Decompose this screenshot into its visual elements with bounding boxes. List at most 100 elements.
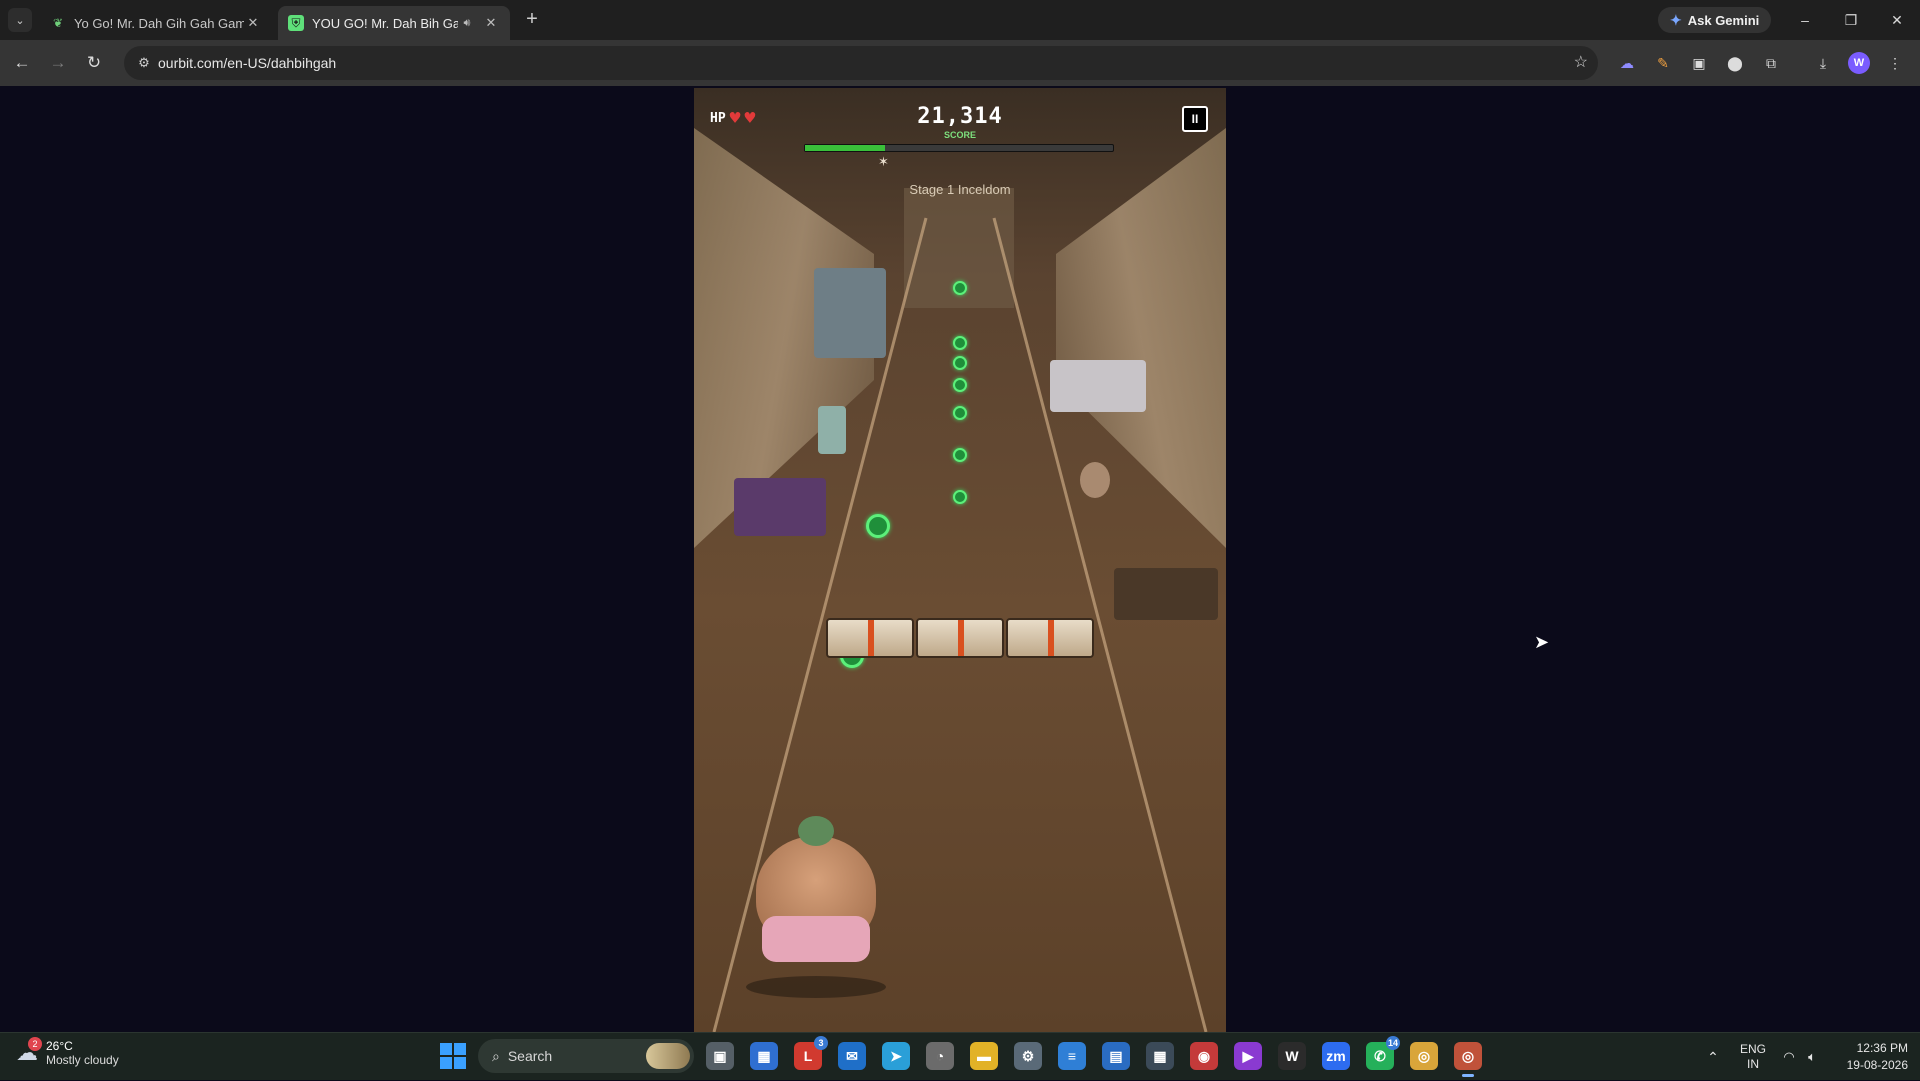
task-view-icon[interactable]: ▣ — [706, 1042, 734, 1070]
clock-app-icon[interactable]: ◔ — [926, 1042, 954, 1070]
tab-title: YOU GO! Mr. Dah Bih Gah — [312, 15, 458, 31]
task-view-glyph: ▣ — [713, 1047, 727, 1064]
close-tab-icon[interactable]: ✕ — [482, 15, 500, 31]
chrome-icon[interactable]: ◎ — [1410, 1042, 1438, 1070]
language-indicator[interactable]: ENG IN — [1738, 1033, 1768, 1081]
coin — [953, 356, 967, 370]
system-clock[interactable]: 12:36 PM 19-08-2026 — [1828, 1033, 1908, 1081]
telegram-icon[interactable]: ➤ — [882, 1042, 910, 1070]
notification-badge: 14 — [1385, 1036, 1400, 1050]
weather-temp: 26°C — [46, 1039, 73, 1053]
clock-date: 19-08-2026 — [1846, 1058, 1908, 1072]
extension-pin-icon[interactable]: ⬤ — [1724, 52, 1746, 74]
mail-icon[interactable]: ✉ — [838, 1042, 866, 1070]
file-explorer-icon[interactable]: ▬ — [970, 1042, 998, 1070]
player-shadow — [746, 976, 886, 998]
search-highlight-art — [646, 1043, 690, 1069]
leaf-icon: ❦ — [52, 16, 64, 30]
new-tab-button[interactable]: + — [520, 8, 544, 32]
telegram-glyph: ➤ — [890, 1047, 902, 1064]
calendar-glyph: ▤ — [1109, 1047, 1123, 1064]
notification-badge: 3 — [814, 1036, 828, 1050]
tab-strip: ⌄ ❦ Yo Go! Mr. Dah Gih Gah Game ( ✕ ⛨ YO… — [0, 0, 1920, 40]
store-glyph: ▦ — [757, 1047, 771, 1064]
wifi-icon[interactable]: ◠ — [1780, 1033, 1798, 1081]
coin — [953, 448, 967, 462]
profile-avatar[interactable]: W — [1848, 52, 1870, 74]
teddy-bear-prop — [1080, 462, 1110, 498]
tab-yo-go-game[interactable]: ❦ Yo Go! Mr. Dah Gih Gah Game ( ✕ — [40, 6, 272, 40]
reload-icon[interactable]: ↻ — [80, 49, 108, 77]
score-label: SCORE — [943, 130, 976, 140]
mouse-cursor-icon: ➤ — [1534, 632, 1550, 652]
site-info-icon[interactable]: ⚙ — [134, 53, 154, 73]
bookmark-star-icon[interactable]: ☆ — [1574, 52, 1588, 72]
zoom-icon[interactable]: zm — [1322, 1042, 1350, 1070]
barrier-right — [1006, 618, 1094, 658]
runner-marker-icon: ✶ — [878, 154, 889, 169]
volume-icon[interactable]: 🔈︎ — [1802, 1033, 1822, 1081]
address-bar[interactable]: ⚙ ourbit.com/en-US/dahbihgah ☆ — [124, 46, 1598, 80]
tab-search-button[interactable]: ⌄ — [8, 8, 32, 32]
player-shorts — [762, 916, 870, 962]
windows-logo-pane — [440, 1043, 452, 1055]
forward-arrow-icon[interactable]: → — [44, 49, 72, 77]
app-l-glyph: L — [803, 1048, 813, 1064]
fridge-prop — [814, 268, 886, 358]
pause-button[interactable]: II — [1182, 106, 1208, 132]
back-arrow-icon[interactable]: ← — [8, 49, 36, 77]
clapper-glyph: ▶ — [1242, 1047, 1254, 1064]
calculator-icon[interactable]: ▦ — [1146, 1042, 1174, 1070]
minimize-button[interactable]: – — [1782, 0, 1828, 40]
coin — [866, 514, 890, 538]
extension-screenshot-icon[interactable]: ▣ — [1688, 52, 1710, 74]
coin — [953, 281, 967, 295]
chrome-dev-icon[interactable]: ◉ — [1190, 1042, 1218, 1070]
restore-button[interactable]: ❐ — [1828, 0, 1874, 40]
barrier-center — [916, 618, 1004, 658]
extension-cloud-icon[interactable]: ☁ — [1616, 52, 1638, 74]
show-hidden-icons-chevron[interactable]: ⌃ — [1702, 1033, 1724, 1081]
clock-app-glyph: ◔ — [935, 1048, 945, 1064]
windows-logo-pane — [454, 1057, 466, 1069]
settings-icon[interactable]: ⚙ — [1014, 1042, 1042, 1070]
ask-gemini-label: Ask Gemini — [1687, 12, 1760, 28]
store-icon[interactable]: ▦ — [750, 1042, 778, 1070]
mail-glyph: ✉ — [846, 1047, 858, 1064]
coin — [953, 406, 967, 420]
app-l-icon[interactable]: L3 — [794, 1036, 828, 1070]
notepad-icon[interactable]: ≡ — [1058, 1042, 1086, 1070]
search-icon: ⌕ — [492, 1047, 500, 1064]
download-icon[interactable]: ⤓ — [1812, 52, 1834, 74]
gemini-sparkle-icon: ✦ — [1670, 11, 1682, 28]
extensions-puzzle-icon[interactable]: ⧉ — [1760, 52, 1782, 74]
close-window-button[interactable]: ✕ — [1874, 0, 1920, 40]
weather-widget[interactable]: ☁ 2 26°C Mostly cloudy — [16, 1037, 119, 1067]
coin — [953, 378, 967, 392]
word-w-icon[interactable]: W — [1278, 1042, 1306, 1070]
speaker-icon[interactable]: 🔊︎ — [458, 17, 476, 30]
url-text[interactable]: ourbit.com/en-US/dahbihgah — [158, 55, 336, 71]
file-explorer-glyph: ▬ — [977, 1048, 991, 1064]
start-button[interactable] — [440, 1043, 466, 1069]
menu-kebab-icon[interactable]: ⋮ — [1884, 52, 1906, 74]
coin — [953, 336, 967, 350]
tab-you-go-active[interactable]: ⛨ YOU GO! Mr. Dah Bih Gah 🔊︎ ✕ — [278, 6, 510, 40]
tab-title: Yo Go! Mr. Dah Gih Gah Game ( — [74, 15, 244, 31]
ask-gemini-button[interactable]: ✦ Ask Gemini — [1658, 7, 1772, 33]
clock-time: 12:36 PM — [1856, 1041, 1908, 1055]
stage-progress-bar — [804, 144, 1114, 152]
weather-condition: Mostly cloudy — [46, 1053, 119, 1067]
notepad-glyph: ≡ — [1067, 1048, 1077, 1064]
whatsapp-glyph: ✆ — [1374, 1047, 1386, 1064]
clapper-icon[interactable]: ▶ — [1234, 1042, 1262, 1070]
chrome-dev-glyph: ◉ — [1197, 1047, 1211, 1064]
extension-pen-icon[interactable]: ✎ — [1652, 52, 1674, 74]
game-canvas[interactable]: HP ♥ ♥ 21,314 SCORE ✶ II Stage 1 Inceldo… — [694, 88, 1226, 1032]
close-tab-icon[interactable]: ✕ — [244, 15, 262, 31]
trash-box-prop — [734, 478, 826, 536]
taskbar-search[interactable]: ⌕ Search — [478, 1039, 694, 1073]
calendar-icon[interactable]: ▤ — [1102, 1042, 1130, 1070]
whatsapp-icon[interactable]: ✆ 14 — [1366, 1036, 1400, 1070]
chrome-active-icon[interactable]: ◎ — [1454, 1042, 1482, 1077]
